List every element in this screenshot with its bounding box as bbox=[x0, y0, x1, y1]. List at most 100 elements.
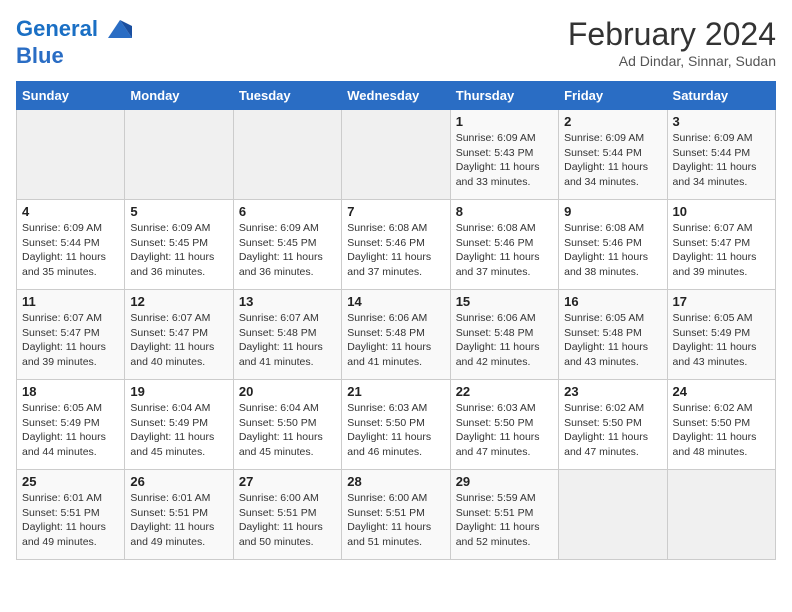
day-number: 21 bbox=[347, 384, 444, 399]
day-info: Sunrise: 6:09 AMSunset: 5:45 PMDaylight:… bbox=[239, 221, 336, 280]
day-number: 8 bbox=[456, 204, 553, 219]
calendar-cell bbox=[125, 110, 233, 200]
calendar-cell: 28Sunrise: 6:00 AMSunset: 5:51 PMDayligh… bbox=[342, 470, 450, 560]
day-number: 7 bbox=[347, 204, 444, 219]
page-header: General Blue February 2024 Ad Dindar, Si… bbox=[16, 16, 776, 69]
calendar-cell: 8 Sunrise: 6:08 AMSunset: 5:46 PMDaylight… bbox=[450, 200, 558, 290]
calendar-cell: 2 Sunrise: 6:09 AMSunset: 5:44 PMDaylight… bbox=[559, 110, 667, 200]
calendar-cell: 12 Sunrise: 6:07 AMSunset: 5:47 PMDayligh… bbox=[125, 290, 233, 380]
calendar-cell bbox=[559, 470, 667, 560]
weekday-header-wednesday: Wednesday bbox=[342, 82, 450, 110]
day-number: 6 bbox=[239, 204, 336, 219]
day-info: Sunrise: 5:59 AMSunset: 5:51 PMDaylight:… bbox=[456, 491, 553, 550]
day-info: Sunrise: 6:07 AMSunset: 5:48 PMDaylight:… bbox=[239, 311, 336, 370]
calendar-cell: 18 Sunrise: 6:05 AMSunset: 5:49 PMDayligh… bbox=[17, 380, 125, 470]
day-number: 9 bbox=[564, 204, 661, 219]
day-info: Sunrise: 6:09 AMSunset: 5:44 PMDaylight:… bbox=[673, 131, 770, 190]
calendar-cell bbox=[342, 110, 450, 200]
calendar-cell: 3 Sunrise: 6:09 AMSunset: 5:44 PMDaylight… bbox=[667, 110, 775, 200]
day-number: 26 bbox=[130, 474, 227, 489]
day-number: 23 bbox=[564, 384, 661, 399]
calendar-cell: 10Sunrise: 6:07 AMSunset: 5:47 PMDayligh… bbox=[667, 200, 775, 290]
weekday-header-saturday: Saturday bbox=[667, 82, 775, 110]
calendar-cell: 5 Sunrise: 6:09 AMSunset: 5:45 PMDaylight… bbox=[125, 200, 233, 290]
day-info: Sunrise: 6:05 AMSunset: 5:48 PMDaylight:… bbox=[564, 311, 661, 370]
location-subtitle: Ad Dindar, Sinnar, Sudan bbox=[568, 53, 776, 69]
weekday-header-monday: Monday bbox=[125, 82, 233, 110]
day-info: Sunrise: 6:09 AMSunset: 5:45 PMDaylight:… bbox=[130, 221, 227, 280]
calendar-cell bbox=[17, 110, 125, 200]
day-number: 22 bbox=[456, 384, 553, 399]
day-info: Sunrise: 6:03 AMSunset: 5:50 PMDaylight:… bbox=[456, 401, 553, 460]
calendar-cell: 26 Sunrise: 6:01 AMSunset: 5:51 PMDayligh… bbox=[125, 470, 233, 560]
day-info: Sunrise: 6:01 AMSunset: 5:51 PMDaylight:… bbox=[22, 491, 119, 550]
day-number: 17 bbox=[673, 294, 770, 309]
calendar-cell: 24 Sunrise: 6:02 AMSunset: 5:50 PMDayligh… bbox=[667, 380, 775, 470]
day-number: 20 bbox=[239, 384, 336, 399]
day-info: Sunrise: 6:03 AMSunset: 5:50 PMDaylight:… bbox=[347, 401, 444, 460]
day-info: Sunrise: 6:05 AMSunset: 5:49 PMDaylight:… bbox=[673, 311, 770, 370]
day-number: 3 bbox=[673, 114, 770, 129]
day-info: Sunrise: 6:09 AMSunset: 5:44 PMDaylight:… bbox=[564, 131, 661, 190]
day-number: 25 bbox=[22, 474, 119, 489]
day-number: 12 bbox=[130, 294, 227, 309]
calendar-cell bbox=[667, 470, 775, 560]
logo-text: General bbox=[16, 16, 134, 44]
day-info: Sunrise: 6:00 AMSunset: 5:51 PMDaylight:… bbox=[347, 491, 444, 550]
day-number: 24 bbox=[673, 384, 770, 399]
logo-blue: Blue bbox=[16, 44, 134, 68]
day-number: 11 bbox=[22, 294, 119, 309]
day-number: 29 bbox=[456, 474, 553, 489]
day-info: Sunrise: 6:04 AMSunset: 5:50 PMDaylight:… bbox=[239, 401, 336, 460]
logo: General Blue bbox=[16, 16, 134, 68]
day-number: 14 bbox=[347, 294, 444, 309]
day-number: 2 bbox=[564, 114, 661, 129]
day-info: Sunrise: 6:06 AMSunset: 5:48 PMDaylight:… bbox=[347, 311, 444, 370]
day-number: 1 bbox=[456, 114, 553, 129]
calendar-cell: 4 Sunrise: 6:09 AMSunset: 5:44 PMDaylight… bbox=[17, 200, 125, 290]
calendar-table: SundayMondayTuesdayWednesdayThursdayFrid… bbox=[16, 81, 776, 560]
calendar-cell: 22 Sunrise: 6:03 AMSunset: 5:50 PMDayligh… bbox=[450, 380, 558, 470]
calendar-cell: 21 Sunrise: 6:03 AMSunset: 5:50 PMDayligh… bbox=[342, 380, 450, 470]
day-info: Sunrise: 6:08 AMSunset: 5:46 PMDaylight:… bbox=[456, 221, 553, 280]
day-number: 5 bbox=[130, 204, 227, 219]
calendar-cell: 20 Sunrise: 6:04 AMSunset: 5:50 PMDayligh… bbox=[233, 380, 341, 470]
calendar-cell: 11 Sunrise: 6:07 AMSunset: 5:47 PMDayligh… bbox=[17, 290, 125, 380]
month-title: February 2024 bbox=[568, 16, 776, 53]
calendar-cell: 27Sunrise: 6:00 AMSunset: 5:51 PMDayligh… bbox=[233, 470, 341, 560]
day-info: Sunrise: 6:07 AMSunset: 5:47 PMDaylight:… bbox=[22, 311, 119, 370]
calendar-cell: 29 Sunrise: 5:59 AMSunset: 5:51 PMDayligh… bbox=[450, 470, 558, 560]
calendar-cell: 23Sunrise: 6:02 AMSunset: 5:50 PMDayligh… bbox=[559, 380, 667, 470]
title-block: February 2024 Ad Dindar, Sinnar, Sudan bbox=[568, 16, 776, 69]
calendar-cell: 16 Sunrise: 6:05 AMSunset: 5:48 PMDayligh… bbox=[559, 290, 667, 380]
day-info: Sunrise: 6:01 AMSunset: 5:51 PMDaylight:… bbox=[130, 491, 227, 550]
day-info: Sunrise: 6:05 AMSunset: 5:49 PMDaylight:… bbox=[22, 401, 119, 460]
day-info: Sunrise: 6:04 AMSunset: 5:49 PMDaylight:… bbox=[130, 401, 227, 460]
calendar-cell: 9 Sunrise: 6:08 AMSunset: 5:46 PMDaylight… bbox=[559, 200, 667, 290]
day-info: Sunrise: 6:08 AMSunset: 5:46 PMDaylight:… bbox=[564, 221, 661, 280]
calendar-cell: 15 Sunrise: 6:06 AMSunset: 5:48 PMDayligh… bbox=[450, 290, 558, 380]
calendar-cell: 17 Sunrise: 6:05 AMSunset: 5:49 PMDayligh… bbox=[667, 290, 775, 380]
calendar-cell: 14 Sunrise: 6:06 AMSunset: 5:48 PMDayligh… bbox=[342, 290, 450, 380]
weekday-header-tuesday: Tuesday bbox=[233, 82, 341, 110]
calendar-cell: 1Sunrise: 6:09 AMSunset: 5:43 PMDaylight… bbox=[450, 110, 558, 200]
day-number: 15 bbox=[456, 294, 553, 309]
day-info: Sunrise: 6:02 AMSunset: 5:50 PMDaylight:… bbox=[673, 401, 770, 460]
day-info: Sunrise: 6:07 AMSunset: 5:47 PMDaylight:… bbox=[130, 311, 227, 370]
calendar-cell: 6 Sunrise: 6:09 AMSunset: 5:45 PMDaylight… bbox=[233, 200, 341, 290]
day-number: 10 bbox=[673, 204, 770, 219]
day-number: 19 bbox=[130, 384, 227, 399]
weekday-header-friday: Friday bbox=[559, 82, 667, 110]
day-number: 16 bbox=[564, 294, 661, 309]
weekday-header-thursday: Thursday bbox=[450, 82, 558, 110]
calendar-cell: 13Sunrise: 6:07 AMSunset: 5:48 PMDayligh… bbox=[233, 290, 341, 380]
day-number: 4 bbox=[22, 204, 119, 219]
day-info: Sunrise: 6:06 AMSunset: 5:48 PMDaylight:… bbox=[456, 311, 553, 370]
calendar-cell: 7 Sunrise: 6:08 AMSunset: 5:46 PMDaylight… bbox=[342, 200, 450, 290]
day-info: Sunrise: 6:08 AMSunset: 5:46 PMDaylight:… bbox=[347, 221, 444, 280]
day-info: Sunrise: 6:09 AMSunset: 5:44 PMDaylight:… bbox=[22, 221, 119, 280]
day-number: 18 bbox=[22, 384, 119, 399]
calendar-cell bbox=[233, 110, 341, 200]
calendar-cell: 25 Sunrise: 6:01 AMSunset: 5:51 PMDayligh… bbox=[17, 470, 125, 560]
weekday-header-sunday: Sunday bbox=[17, 82, 125, 110]
